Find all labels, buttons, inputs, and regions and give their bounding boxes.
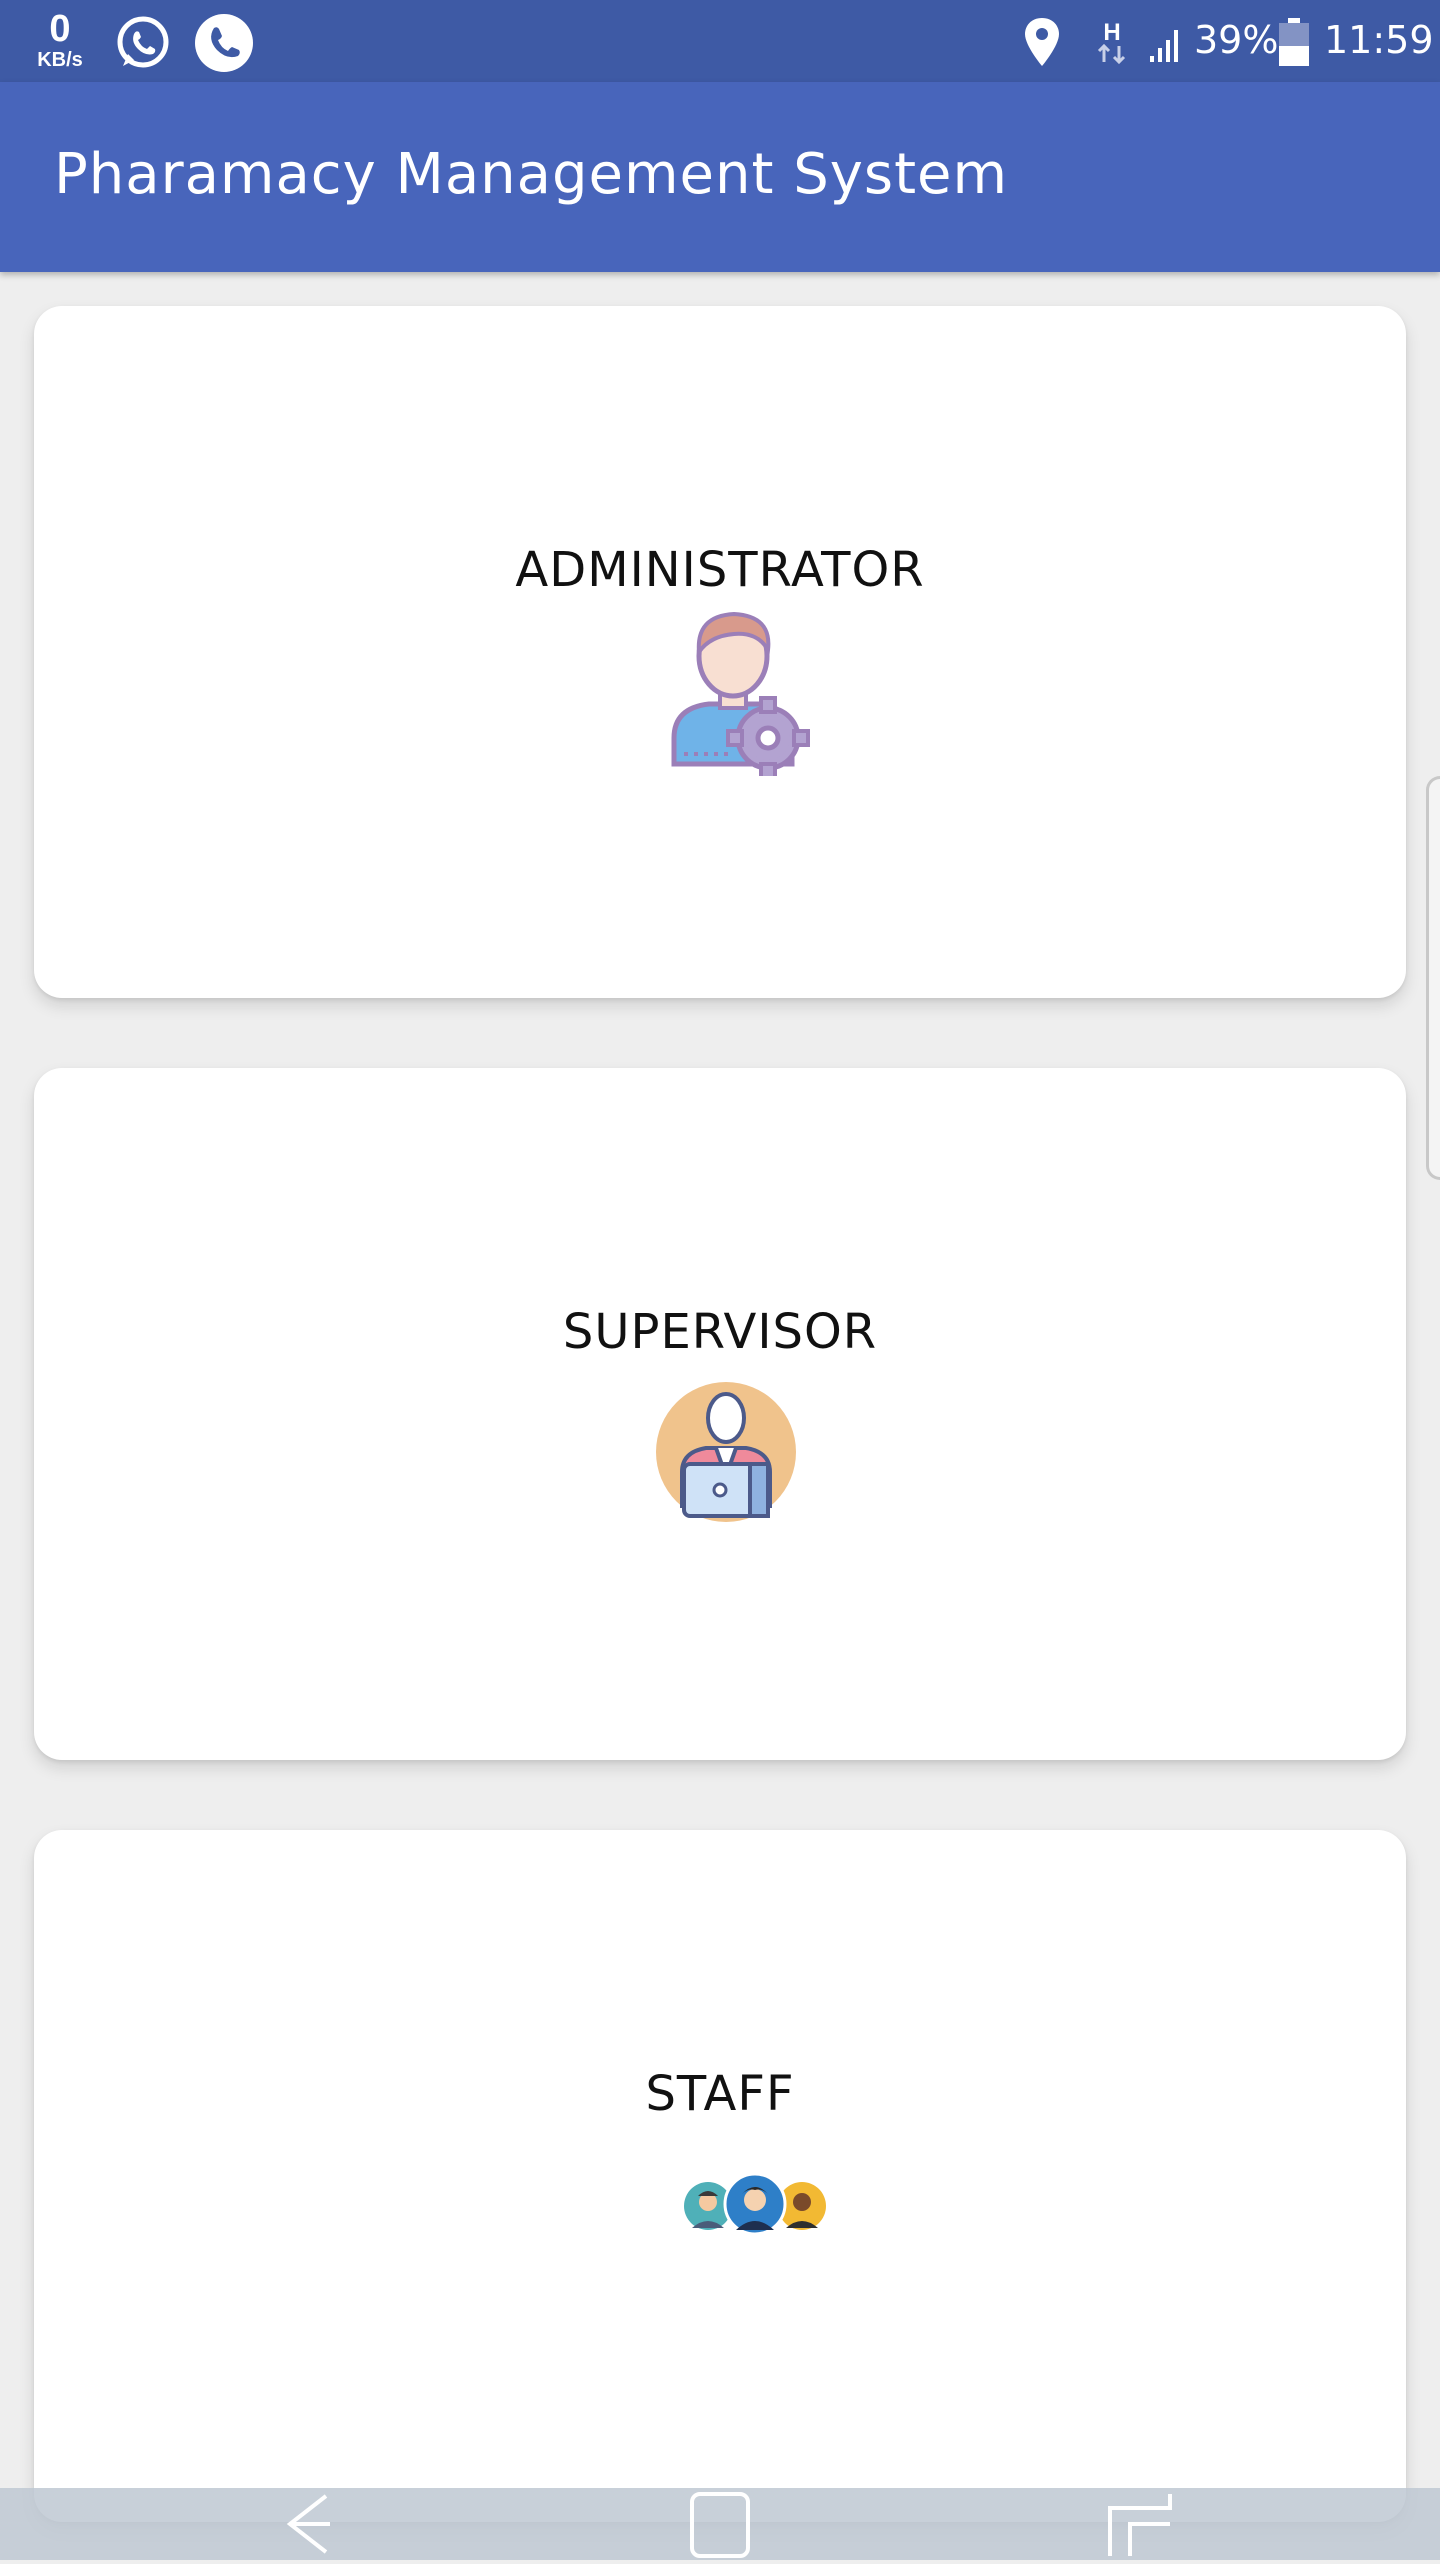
whatsapp-icon [114,14,172,76]
supervisor-card[interactable]: SUPERVISOR [34,1068,1406,1760]
network-speed: 0 KB/s [30,10,90,70]
staff-card[interactable]: STAFF [34,1830,1406,2522]
scroll-indicator[interactable] [1426,776,1440,1180]
recents-icon[interactable] [1070,2488,1210,2560]
network-speed-value: 0 [49,8,71,50]
supervisor-laptop-icon [654,1380,798,1528]
location-icon [1022,16,1062,72]
clock: 11:59 [1324,18,1434,62]
svg-text:H: H [1103,19,1120,46]
home-icon[interactable] [650,2488,790,2560]
supervisor-label: SUPERVISOR [562,1304,878,1360]
phone-icon [194,13,254,77]
administrator-card[interactable]: ADMINISTRATOR [34,306,1406,998]
battery-percent: 39% [1194,18,1279,62]
admin-gear-icon [634,606,814,780]
app-title: Pharamacy Management System [54,142,1009,207]
staff-label: STAFF [645,2066,795,2122]
app-bar: Pharamacy Management System [0,82,1440,272]
staff-group-icon [682,2172,828,2240]
status-bar: 0 KB/s H 39% 11:59 [0,0,1440,82]
navigation-bar [0,2488,1440,2560]
network-h-icon: H [1092,16,1132,72]
network-speed-unit: KB/s [37,49,83,71]
back-icon[interactable] [230,2488,370,2560]
battery-icon [1276,16,1312,72]
signal-icon [1148,20,1184,68]
administrator-label: ADMINISTRATOR [515,542,925,598]
